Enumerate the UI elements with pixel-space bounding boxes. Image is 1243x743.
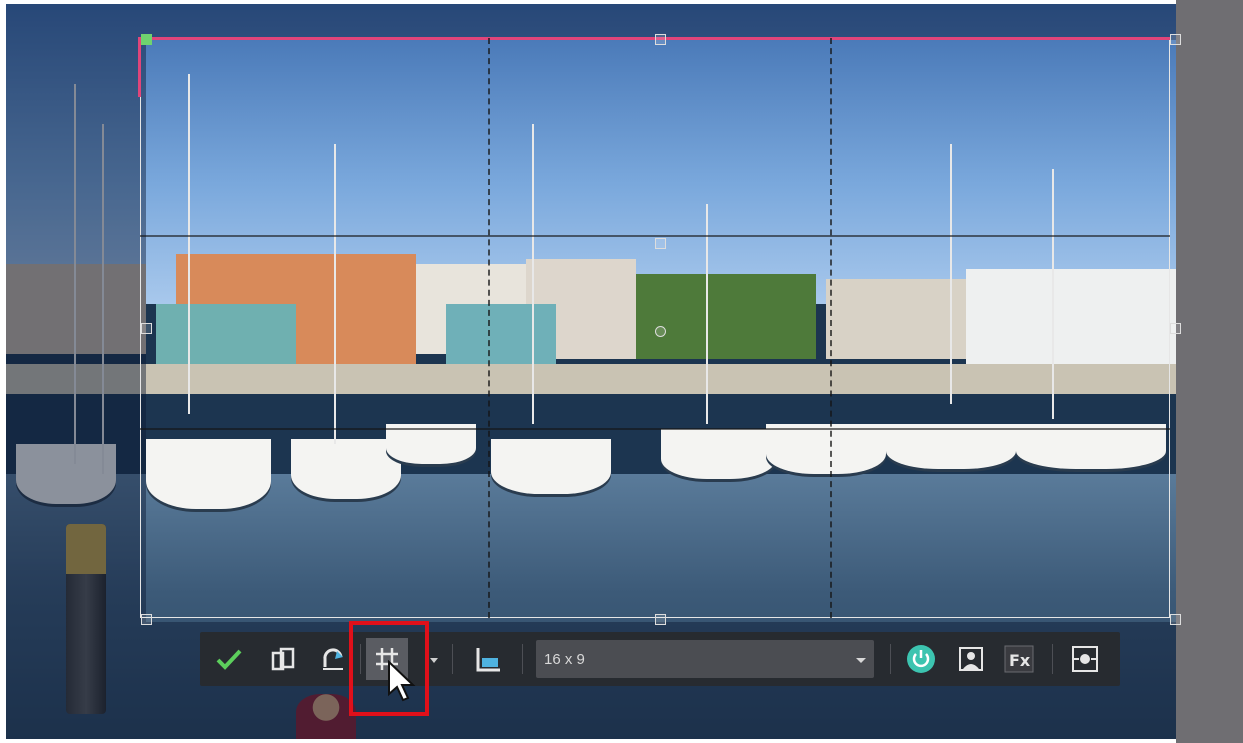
undo-arrow-icon	[319, 645, 347, 673]
person-detect-button[interactable]	[952, 640, 990, 678]
rotate-crop-button[interactable]	[264, 640, 302, 678]
power-icon	[906, 644, 936, 674]
focus-frame-icon	[1070, 644, 1100, 674]
toolbar-separator	[1052, 644, 1053, 674]
grid-line-vertical-1	[488, 38, 490, 618]
crop-mask-left	[6, 40, 146, 622]
person-icon	[957, 645, 985, 673]
right-side-panel	[1176, 0, 1243, 743]
crop-toolbar: 16 x 9 Fx	[200, 632, 1120, 686]
crop-handle-bottom-left[interactable]	[141, 614, 152, 625]
crop-center-handle[interactable]	[655, 238, 666, 249]
crop-handle-left[interactable]	[141, 323, 152, 334]
grid-line-horizontal-1	[140, 235, 1170, 237]
toolbar-separator	[452, 644, 453, 674]
toolbar-separator	[890, 644, 891, 674]
mouse-cursor-icon	[387, 659, 417, 709]
crop-handle-top[interactable]	[655, 34, 666, 45]
crop-handle-right[interactable]	[1170, 323, 1181, 334]
crop-mask-top	[6, 4, 1176, 40]
crop-handle-top-right[interactable]	[1170, 34, 1181, 45]
grid-line-vertical-2	[830, 38, 832, 618]
crop-left-edge-accent	[138, 37, 141, 97]
aspect-ratio-select[interactable]: 16 x 9	[536, 640, 874, 678]
crop-handle-bottom-right[interactable]	[1170, 614, 1181, 625]
aspect-ratio-value: 16 x 9	[544, 651, 585, 668]
svg-text:Fx: Fx	[1009, 651, 1031, 670]
preview-toggle-button[interactable]	[902, 640, 940, 678]
crop-orientation-button[interactable]	[470, 640, 508, 678]
toolbar-separator	[522, 644, 523, 674]
center-focus-button[interactable]	[1066, 640, 1104, 678]
grid-dropdown-caret-icon[interactable]	[430, 658, 438, 663]
undo-button[interactable]	[314, 640, 352, 678]
chevron-down-icon	[856, 658, 866, 663]
effects-button[interactable]: Fx	[1000, 640, 1038, 678]
checkmark-icon	[216, 648, 242, 670]
crop-rotate-handle[interactable]	[655, 326, 666, 337]
fx-icon: Fx	[1004, 645, 1034, 673]
grid-line-horizontal-2	[140, 428, 1170, 430]
orientation-icon	[474, 644, 504, 674]
apply-crop-button[interactable]	[210, 640, 248, 678]
rotate-crop-icon	[269, 645, 297, 673]
crop-handle-bottom[interactable]	[655, 614, 666, 625]
crop-handle-top-left[interactable]	[141, 34, 152, 45]
